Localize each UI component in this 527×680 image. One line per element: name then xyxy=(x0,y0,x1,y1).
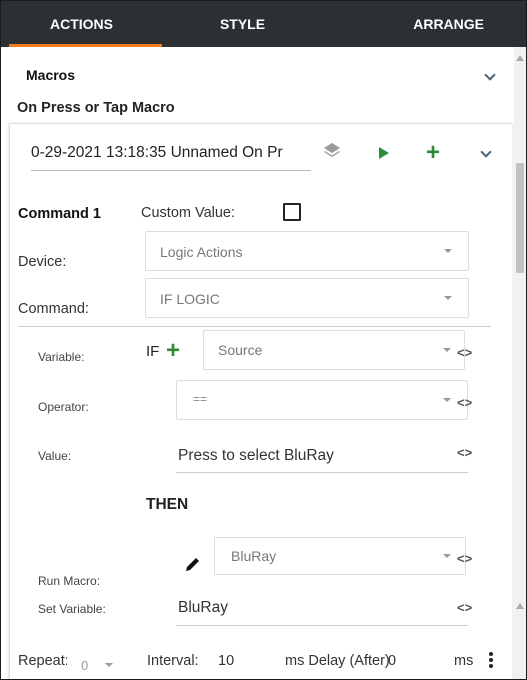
caret-down-icon xyxy=(444,296,452,300)
repeat-value: 0 xyxy=(81,658,89,673)
repeat-select[interactable]: 0 xyxy=(67,646,135,679)
set-variable-underline xyxy=(176,625,468,626)
device-select[interactable]: Logic Actions xyxy=(145,231,469,271)
repeat-label: Repeat: xyxy=(18,653,69,669)
more-vert-icon[interactable] xyxy=(489,652,493,670)
then-text: THEN xyxy=(146,496,189,513)
properties-panel: ACTIONS STYLE ARRANGE Macros On Press or… xyxy=(0,0,527,680)
play-icon[interactable] xyxy=(379,147,389,159)
value-label: Value: xyxy=(38,449,72,463)
layers-icon[interactable] xyxy=(321,140,343,167)
tab-style[interactable]: STYLE xyxy=(162,1,323,47)
code-icon[interactable]: <> xyxy=(457,551,472,566)
pencil-icon[interactable] xyxy=(184,555,202,578)
panel-content: Macros On Press or Tap Macro 0-29-2021 1… xyxy=(1,47,514,679)
operator-label: Operator: xyxy=(38,400,89,414)
run-macro-label: Run Macro: xyxy=(38,574,101,588)
add-condition-icon[interactable]: + xyxy=(166,339,180,363)
variable-value: Source xyxy=(218,342,263,358)
custom-value-label: Custom Value: xyxy=(141,205,236,221)
macros-title[interactable]: Macros xyxy=(26,67,75,83)
device-label: Device: xyxy=(18,254,67,270)
macro-name-field[interactable]: 0-29-2021 13:18:35 Unnamed On Pr xyxy=(31,144,311,171)
command-title: Command 1 xyxy=(18,206,101,222)
caret-down-icon xyxy=(444,249,452,253)
set-variable-field[interactable]: BluRay xyxy=(178,599,228,617)
if-text: IF xyxy=(146,343,160,360)
caret-down-icon xyxy=(105,663,113,667)
device-value: Logic Actions xyxy=(160,244,243,260)
code-icon[interactable]: <> xyxy=(457,445,472,460)
custom-value-checkbox[interactable] xyxy=(283,203,301,221)
value-field[interactable]: Press to select BluRay xyxy=(178,447,334,465)
section-title: On Press or Tap Macro xyxy=(17,100,175,116)
operator-value: == xyxy=(193,392,208,406)
code-icon[interactable]: <> xyxy=(457,600,472,615)
value-underline xyxy=(176,472,468,473)
command-label: Command: xyxy=(18,301,89,317)
command-value: IF LOGIC xyxy=(160,291,220,307)
variable-label: Variable: xyxy=(38,350,85,364)
scroll-thumb[interactable] xyxy=(516,163,524,273)
scrollbar[interactable] xyxy=(514,47,526,679)
operator-select[interactable]: == xyxy=(176,380,468,420)
set-variable-label: Set Variable: xyxy=(38,602,106,616)
command-select[interactable]: IF LOGIC xyxy=(145,278,469,318)
tab-bar: ACTIONS STYLE ARRANGE xyxy=(1,1,526,47)
tab-arrange[interactable]: ARRANGE xyxy=(323,1,526,47)
add-icon[interactable]: + xyxy=(426,141,440,165)
caret-down-icon xyxy=(443,554,451,558)
scroll-down-icon[interactable] xyxy=(516,603,524,609)
caret-down-icon xyxy=(443,398,451,402)
variable-select[interactable]: Source xyxy=(203,330,465,370)
interval-label: Interval: xyxy=(147,653,199,669)
chevron-down-icon[interactable] xyxy=(484,69,496,81)
ms-delay-label: ms Delay (After) xyxy=(285,653,390,669)
delay-input[interactable]: 0 xyxy=(388,653,396,669)
run-macro-select[interactable]: BluRay xyxy=(214,537,466,575)
code-icon[interactable]: <> xyxy=(457,395,472,410)
ms-label: ms xyxy=(454,653,474,669)
divider xyxy=(18,326,491,327)
run-macro-value: BluRay xyxy=(231,548,277,564)
caret-down-icon xyxy=(443,348,451,352)
interval-input[interactable]: 10 xyxy=(218,653,234,669)
scroll-up-icon[interactable] xyxy=(516,55,524,61)
code-icon[interactable]: <> xyxy=(457,345,472,360)
tab-actions[interactable]: ACTIONS xyxy=(1,1,162,47)
